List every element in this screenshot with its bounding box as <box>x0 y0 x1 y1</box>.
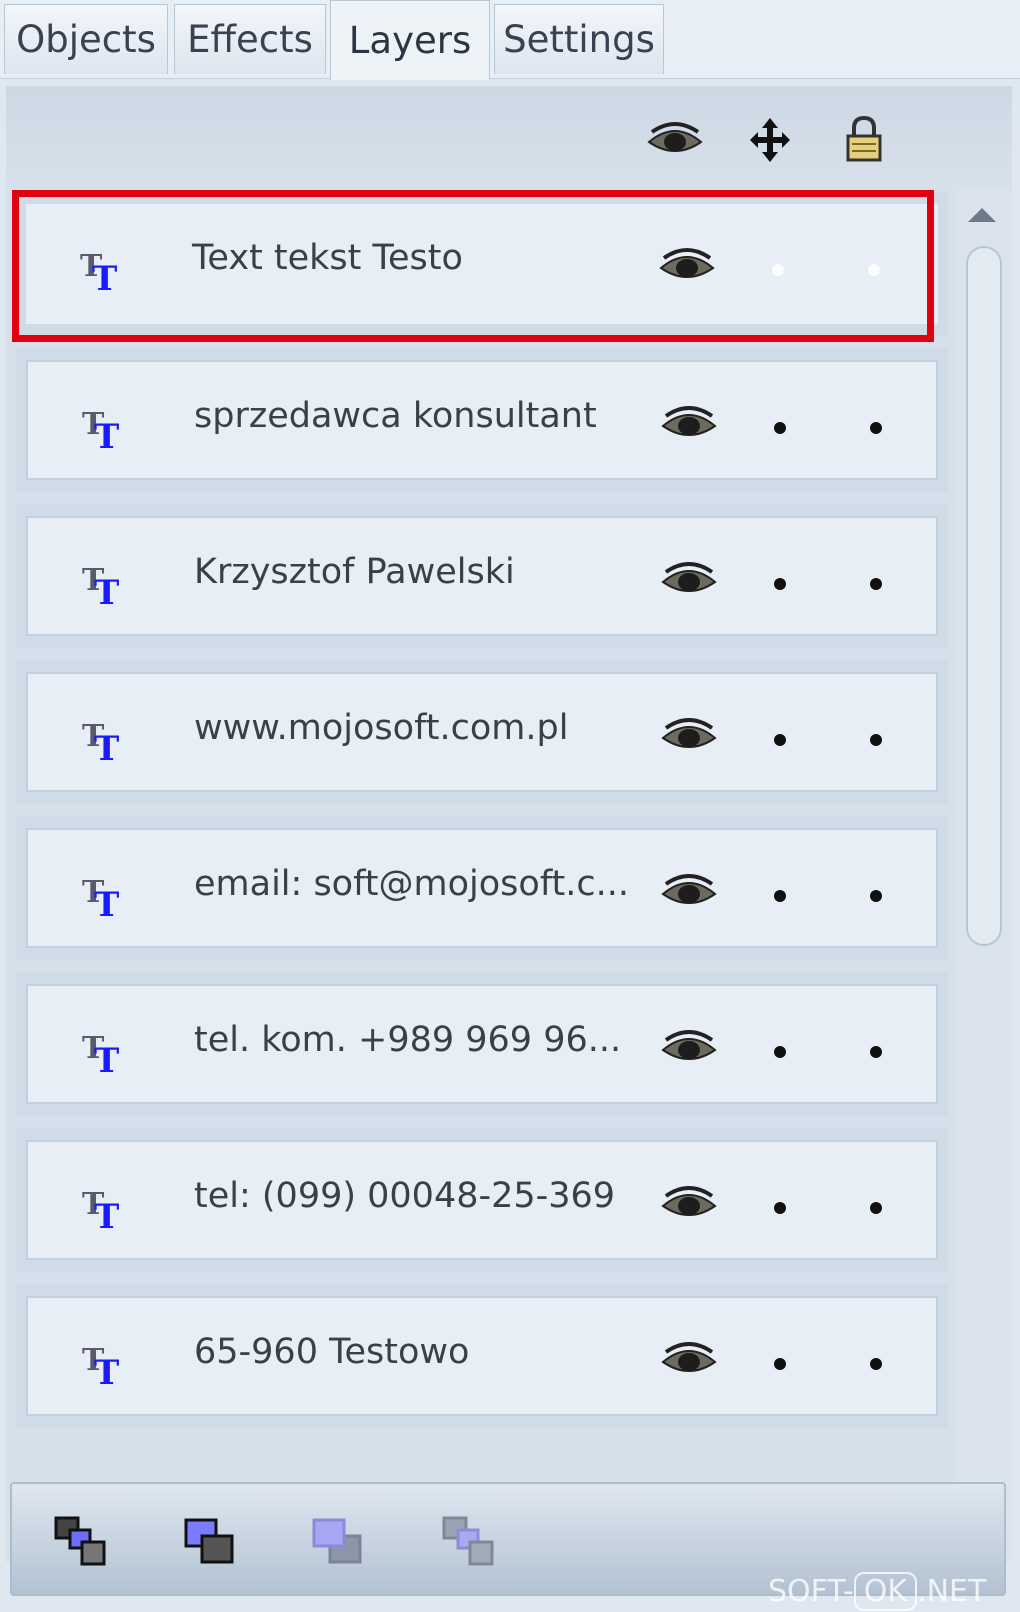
visibility-eye-icon[interactable] <box>660 1028 718 1068</box>
visibility-eye-icon[interactable] <box>660 560 718 600</box>
move-toggle-dot[interactable] <box>774 1202 786 1214</box>
scroll-up-arrow-icon[interactable] <box>968 208 996 222</box>
move-toggle-dot[interactable] <box>774 422 786 434</box>
move-icon[interactable] <box>748 116 792 164</box>
layer-row-body: T T email: soft@mojosoft.c... <box>26 828 938 948</box>
text-type-icon: T T <box>82 1031 119 1078</box>
lock-toggle-dot[interactable] <box>870 1358 882 1370</box>
move-toggle-dot[interactable] <box>772 264 784 276</box>
lock-toggle-dot[interactable] <box>870 578 882 590</box>
lock-toggle-dot[interactable] <box>870 422 882 434</box>
layer-row[interactable]: T T 65-960 Testowo <box>16 1284 948 1428</box>
layer-row[interactable]: T T www.mojosoft.com.pl <box>16 660 948 804</box>
tab-effects[interactable]: Effects <box>174 4 326 74</box>
watermark: SOFT- OK .NET <box>768 1572 986 1611</box>
text-type-icon: T T <box>82 719 119 766</box>
lock-icon[interactable] <box>844 114 884 164</box>
svg-text:T: T <box>94 729 119 766</box>
layers-panel: T T Text tekst Testo T T sprzedawca kons… <box>6 86 1012 1562</box>
layer-name: sprzedawca konsultant <box>194 396 597 436</box>
svg-text:T: T <box>94 1197 119 1234</box>
visibility-eye-icon[interactable] <box>660 1184 718 1224</box>
layers-list: T T Text tekst Testo T T sprzedawca kons… <box>12 190 956 1562</box>
lock-toggle-dot[interactable] <box>870 1046 882 1058</box>
layer-row[interactable]: T T tel: (099) 00048-25-369 <box>16 1128 948 1272</box>
layer-row-body: T T www.mojosoft.com.pl <box>26 672 938 792</box>
layer-row-body: T T 65-960 Testowo <box>26 1296 938 1416</box>
watermark-left: SOFT- <box>768 1574 854 1609</box>
move-toggle-dot[interactable] <box>774 1358 786 1370</box>
scroll-thumb[interactable] <box>966 246 1002 946</box>
text-type-icon: T T <box>82 563 119 610</box>
tab-objects[interactable]: Objects <box>4 4 168 74</box>
svg-text:T: T <box>94 417 119 454</box>
layers-scrollbar[interactable] <box>956 190 1012 1562</box>
svg-text:T: T <box>92 259 117 296</box>
visibility-eye-icon[interactable] <box>658 246 716 286</box>
tab-bar: Objects Effects Layers Settings <box>0 0 1020 80</box>
layer-row-body: T T sprzedawca konsultant <box>26 360 938 480</box>
visibility-eye-icon[interactable] <box>660 404 718 444</box>
layer-row[interactable]: T T tel. kom. +989 969 96... <box>16 972 948 1116</box>
bring-forward-icon[interactable] <box>182 1514 238 1568</box>
svg-text:T: T <box>94 1353 119 1390</box>
lock-toggle-dot[interactable] <box>870 890 882 902</box>
move-toggle-dot[interactable] <box>774 890 786 902</box>
text-type-icon: T T <box>80 249 117 296</box>
watermark-right: .NET <box>917 1574 987 1609</box>
layer-name: www.mojosoft.com.pl <box>194 708 569 748</box>
text-type-icon: T T <box>82 1187 119 1234</box>
bring-to-front-icon[interactable] <box>52 1514 108 1568</box>
layer-name: tel. kom. +989 969 96... <box>194 1020 622 1060</box>
layer-row[interactable]: T T email: soft@mojosoft.c... <box>16 816 948 960</box>
layer-row-body: T T Krzysztof Pawelski <box>26 516 938 636</box>
layer-row[interactable]: T T Text tekst Testo <box>12 190 948 342</box>
layer-row-body: T T tel. kom. +989 969 96... <box>26 984 938 1104</box>
text-type-icon: T T <box>82 1343 119 1390</box>
svg-text:T: T <box>94 885 119 922</box>
eye-icon[interactable] <box>646 120 704 160</box>
layer-name: Krzysztof Pawelski <box>194 552 515 592</box>
lock-toggle-dot[interactable] <box>870 734 882 746</box>
text-type-icon: T T <box>82 407 119 454</box>
svg-text:T: T <box>94 573 119 610</box>
send-to-back-icon[interactable] <box>440 1514 496 1568</box>
move-toggle-dot[interactable] <box>774 734 786 746</box>
layer-row[interactable]: T T sprzedawca konsultant <box>16 348 948 492</box>
layer-row[interactable]: T T Krzysztof Pawelski <box>16 504 948 648</box>
layers-header <box>6 86 1012 190</box>
visibility-eye-icon[interactable] <box>660 872 718 912</box>
layer-name: Text tekst Testo <box>192 238 463 278</box>
svg-text:T: T <box>94 1041 119 1078</box>
text-type-icon: T T <box>82 875 119 922</box>
watermark-box: OK <box>853 1572 918 1611</box>
lock-toggle-dot[interactable] <box>868 264 880 276</box>
layer-name: tel: (099) 00048-25-369 <box>194 1176 616 1216</box>
move-toggle-dot[interactable] <box>774 1046 786 1058</box>
visibility-eye-icon[interactable] <box>660 1340 718 1380</box>
lock-toggle-dot[interactable] <box>870 1202 882 1214</box>
send-backward-icon[interactable] <box>310 1514 366 1568</box>
layer-name: email: soft@mojosoft.c... <box>194 864 629 904</box>
tab-layers[interactable]: Layers <box>330 0 490 80</box>
tab-settings[interactable]: Settings <box>494 4 664 74</box>
layer-name: 65-960 Testowo <box>194 1332 470 1372</box>
layer-row-body: T T Text tekst Testo <box>26 204 938 324</box>
visibility-eye-icon[interactable] <box>660 716 718 756</box>
move-toggle-dot[interactable] <box>774 578 786 590</box>
layer-row-body: T T tel: (099) 00048-25-369 <box>26 1140 938 1260</box>
